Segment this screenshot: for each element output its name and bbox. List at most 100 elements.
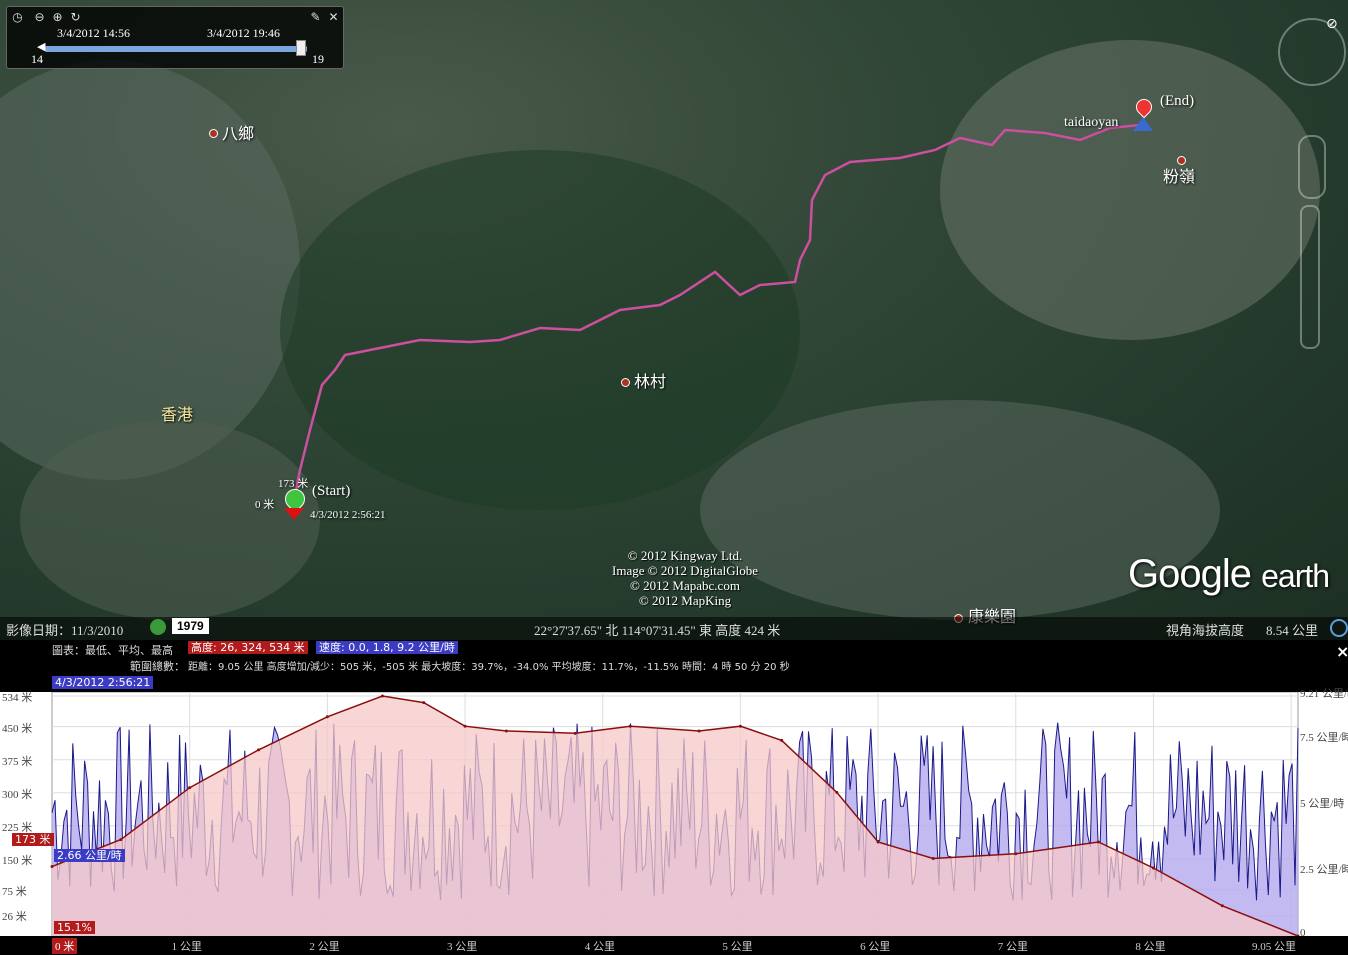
y-left-tick-label: 150 米 — [2, 854, 33, 867]
elevation-point — [463, 724, 467, 728]
start-label: (Start) — [312, 483, 351, 499]
x-tick-label: 7 公里 — [997, 941, 1028, 953]
y-left-tick-label: 375 米 — [2, 755, 33, 768]
copyright-line: © 2012 Kingway Ltd. — [627, 548, 743, 563]
elevation-point — [1096, 840, 1100, 844]
status-indicator-icon — [1330, 619, 1348, 637]
elevation-point — [50, 865, 54, 869]
zoom-slider[interactable] — [1300, 205, 1320, 349]
x-tick-label: 5 公里 — [722, 941, 753, 953]
logo-google: Google — [1128, 552, 1252, 596]
copyright-line: © 2012 MapKing — [638, 593, 732, 608]
start-arrow-icon — [284, 508, 304, 520]
elevation-point — [835, 790, 839, 794]
range-label: 範圍總數： — [130, 660, 185, 673]
zoom-in-time-icon[interactable]: ⊕ — [51, 11, 64, 24]
cursor-elev-badge: 173 米 — [12, 833, 54, 846]
x-tick-label: 6 公里 — [860, 941, 891, 953]
elevation-profile-panel: 圖表：最低、平均、最高 高度: 26, 324, 534 米 速度: 0.0, … — [0, 640, 1348, 955]
time-max-label: 19 — [312, 52, 324, 66]
map-view[interactable]: 八鄉 林村 香港 粉嶺 康樂園 (Start) 173 米 0 米 4/3/20… — [0, 0, 1348, 640]
place-label-baheung: 八鄉 — [222, 124, 255, 143]
legend-title: 圖表：最低、平均、最高 — [52, 644, 173, 657]
time-slider-end-handle[interactable] — [296, 40, 306, 56]
historical-imagery-icon[interactable] — [150, 619, 166, 635]
place-label-hongkong: 香港 — [161, 405, 194, 424]
time-slider-track[interactable] — [45, 46, 307, 52]
x-tick-label: 9.05 公里 — [1252, 941, 1296, 953]
time-end-label: 3/4/2012 19:46 — [207, 26, 281, 40]
y-right-tick-label: 9.21 公里/時 — [1300, 688, 1348, 700]
elevation-point — [119, 838, 123, 842]
cursor-speed-badge: 2.66 公里/時 — [54, 849, 125, 862]
gps-track — [291, 123, 1141, 506]
y-left-tick-label: 300 米 — [2, 788, 33, 801]
eye-alt-label: 視角海拔高度 — [1166, 623, 1245, 638]
end-arrow-icon — [1133, 117, 1153, 131]
close-profile-icon[interactable]: × — [1336, 642, 1348, 661]
speed-legend-badge[interactable]: 速度: 0.0, 1.8, 9.2 公里/時 — [316, 641, 458, 654]
y-right-tick-label: 7.5 公里/時 — [1300, 731, 1348, 744]
y-right-tick-label: 2.5 公里/時 — [1300, 863, 1348, 876]
elevation-point — [380, 694, 384, 698]
move-joystick-icon[interactable] — [1298, 135, 1326, 199]
north-icon[interactable]: ⊘ — [1326, 16, 1338, 32]
y-left-tick-label: 534 米 — [2, 692, 33, 704]
place-marker[interactable] — [621, 378, 630, 387]
y-left-tick-label: 26 米 — [2, 911, 27, 924]
elevation-point — [422, 701, 426, 705]
range-stats: 距離：9.05 公里 高度增加/減少：505 米，-505 米 最大坡度：39.… — [188, 662, 790, 673]
y-right-tick-label: 5 公里/時 — [1300, 797, 1345, 810]
gps-track-svg — [291, 123, 1141, 506]
place-label-lamtsuen: 林村 — [634, 372, 667, 391]
zoom-out-time-icon[interactable]: ⊖ — [33, 11, 46, 24]
eye-alt-value: 8.54 公里 — [1266, 623, 1319, 638]
copyright-line: Image © 2012 DigitalGlobe — [612, 563, 758, 578]
elevation-point — [1220, 904, 1224, 908]
x-tick-label: 1 公里 — [171, 941, 202, 953]
elevation-point — [257, 748, 261, 752]
place-marker[interactable] — [209, 129, 218, 138]
end-name-label: taidaoyan — [1064, 115, 1119, 130]
elevation-point — [188, 786, 192, 790]
y-left-tick-label: 450 米 — [2, 722, 33, 735]
copyright-block: © 2012 Kingway Ltd. Image © 2012 Digital… — [590, 548, 780, 608]
place-label-fanling: 粉嶺 — [1163, 167, 1196, 186]
google-earth-logo: Google earth — [1128, 552, 1330, 597]
elevation-point — [738, 724, 742, 728]
x-tick-label: 3 公里 — [447, 941, 478, 953]
elevation-point — [325, 715, 329, 719]
elevation-point — [628, 724, 632, 728]
clock-icon[interactable]: ◷ — [11, 11, 24, 24]
wrench-icon[interactable]: ✎ — [309, 11, 322, 24]
coords-readout: 22°27'37.65" 北 114°07'31.45" 東 高度 424 米 — [534, 623, 781, 638]
start-time-label: 4/3/2012 2:56:21 — [310, 509, 386, 521]
elevation-point — [1151, 866, 1155, 870]
elevation-point — [931, 857, 935, 861]
time-slider-panel: ◷ ⊖ ⊕ ↻ ✎ ✕ 3/4/2012 14:56 3/4/2012 19:4… — [6, 6, 344, 69]
time-start-label: 3/4/2012 14:56 — [57, 26, 131, 40]
x-tick-label: 2 公里 — [309, 941, 340, 953]
start-altitude: 173 米 — [278, 478, 309, 490]
x-tick-label: 0 米 — [52, 938, 78, 954]
copyright-line: © 2012 Mapabc.com — [630, 578, 740, 593]
elevation-point — [780, 738, 784, 742]
time-min-label: 14 — [31, 52, 43, 66]
imagery-date: 影像日期：11/3/2010 — [6, 623, 124, 638]
start-ground-label: 0 米 — [255, 499, 275, 511]
end-label: (End) — [1160, 93, 1195, 109]
time-slider-fill — [45, 46, 307, 52]
elevation-point — [504, 729, 508, 733]
close-icon[interactable]: ✕ — [327, 11, 340, 24]
profile-header: 圖表：最低、平均、最高 高度: 26, 324, 534 米 速度: 0.0, … — [0, 640, 1348, 692]
elevation-point — [1014, 852, 1018, 856]
replay-icon[interactable]: ↻ — [69, 11, 82, 24]
logo-earth: earth — [1261, 558, 1330, 594]
elevation-point — [573, 731, 577, 735]
profile-chart[interactable] — [0, 692, 1348, 955]
year-badge[interactable]: 1979 — [172, 618, 209, 634]
status-bar: 影像日期：11/3/2010 1979 22°27'37.65" 北 114°0… — [0, 617, 1348, 640]
cursor-slope-badge: 15.1% — [54, 921, 95, 934]
elevation-legend-badge[interactable]: 高度: 26, 324, 534 米 — [188, 641, 308, 654]
elevation-point — [697, 729, 701, 733]
